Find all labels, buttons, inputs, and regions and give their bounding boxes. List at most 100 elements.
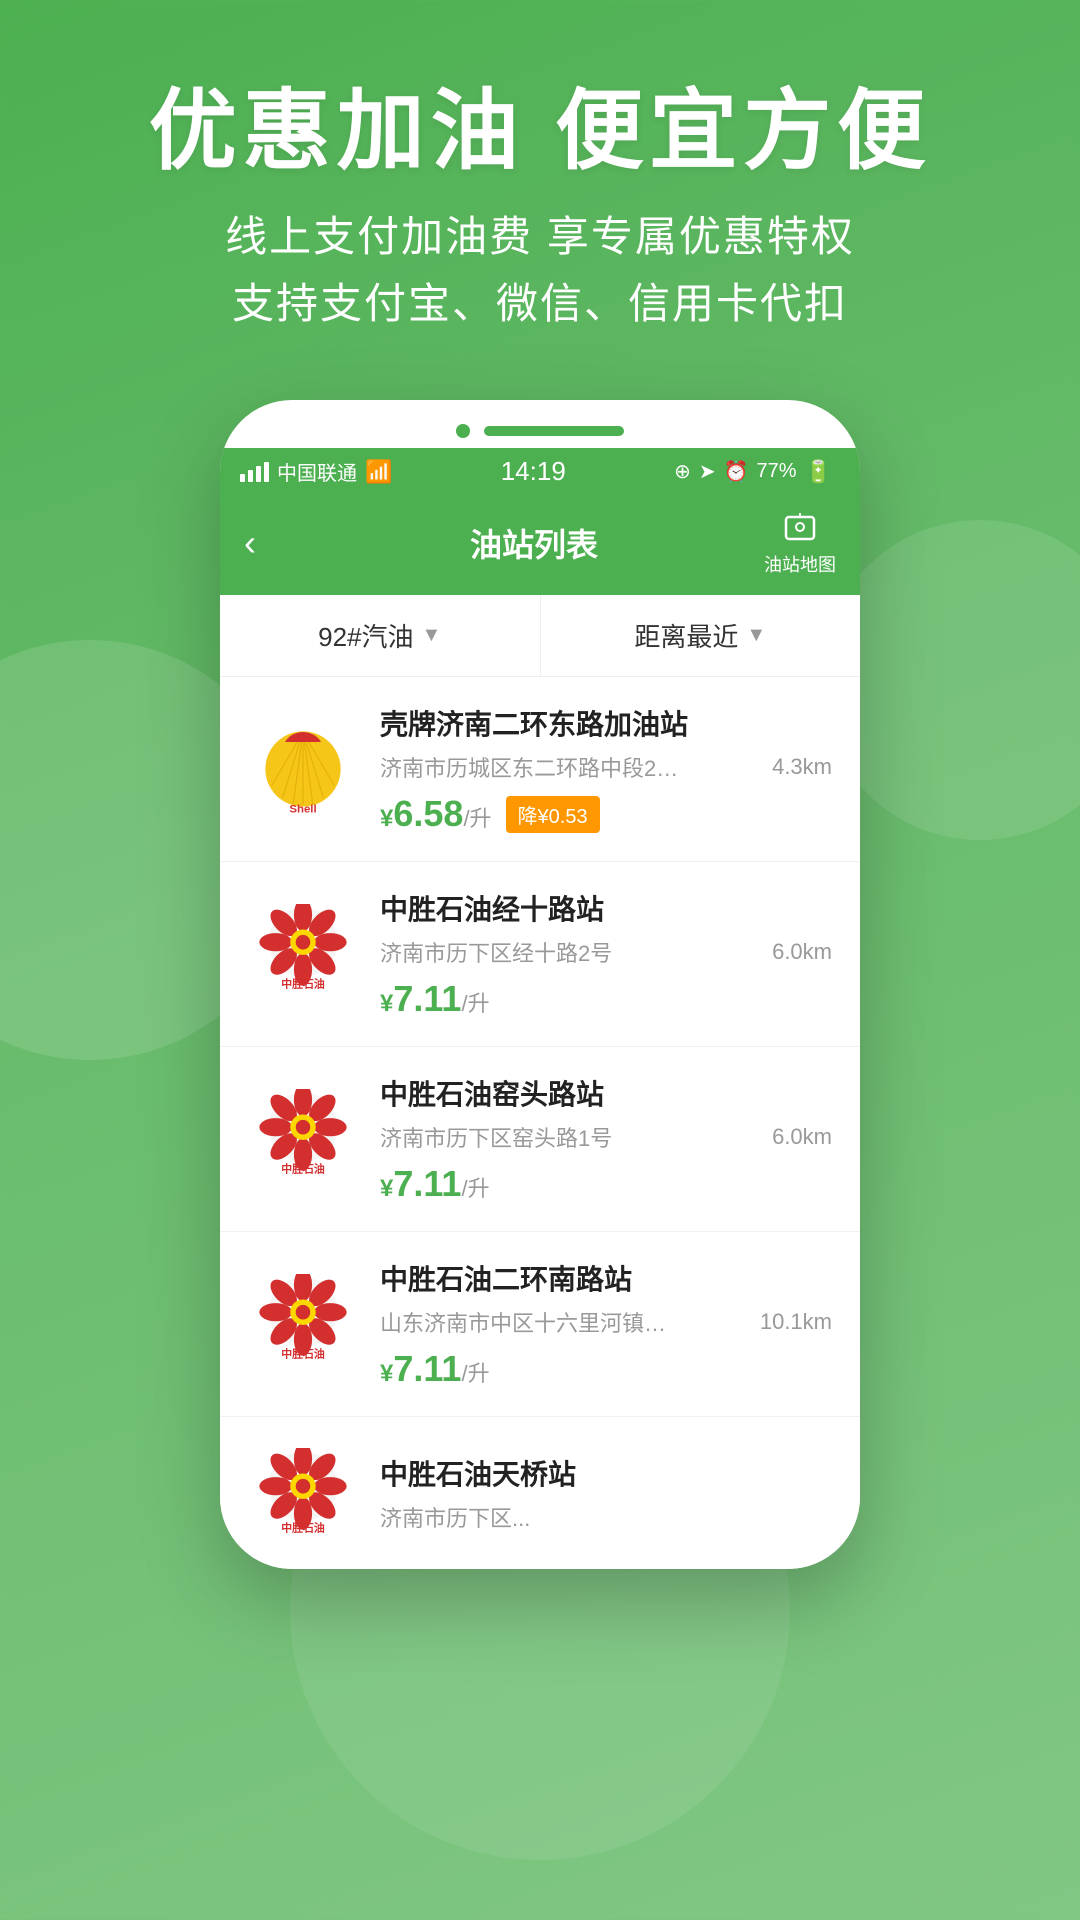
- station-price: ¥7.11/升: [380, 978, 490, 1020]
- station-distance: 6.0km: [772, 1124, 832, 1150]
- station-logo-zhongsheng-2: 中胜石油: [248, 1084, 358, 1194]
- filter-distance[interactable]: 距离最近 ▼: [541, 595, 861, 676]
- hero-subtitle-line2: 支持支付宝、微信、信用卡代扣: [0, 270, 1080, 337]
- currency-symbol: ¥: [380, 1175, 393, 1202]
- phone-frame: 中国联通 📶 14:19 ⊕ ➤ ⏰ 77% 🔋 ‹ 油站列表: [220, 400, 860, 1569]
- discount-badge: 降¥0.53: [506, 796, 600, 833]
- location-icon: ⊕: [674, 459, 691, 484]
- station-item[interactable]: Shell 壳牌济南二环东路加油站 济南市历城区东二环路中段2183号 4.3k…: [220, 677, 860, 862]
- station-address: 济南市历下区经十路2号: [380, 936, 680, 968]
- status-time: 14:19: [501, 456, 566, 487]
- station-name: 中胜石油天桥站: [380, 1453, 832, 1493]
- signal-bars: [240, 462, 269, 482]
- fuel-type-arrow: ▼: [422, 624, 442, 647]
- price-unit: /升: [461, 1176, 489, 1201]
- alarm-icon: ⏰: [724, 459, 749, 484]
- station-distance: 4.3km: [772, 754, 832, 780]
- price-value: 7.11: [393, 978, 461, 1019]
- station-address-row: 济南市历下区窑头路1号 6.0km: [380, 1121, 832, 1153]
- station-logo-zhongsheng-1: 中胜石油: [248, 899, 358, 1009]
- price-value: 6.58: [393, 793, 463, 834]
- status-right: ⊕ ➤ ⏰ 77% 🔋: [674, 459, 832, 485]
- map-icon: [782, 509, 818, 551]
- station-address: 山东济南市中区十六里河镇兴隆一...: [380, 1306, 680, 1338]
- signal-bar-4: [264, 462, 269, 482]
- status-left: 中国联通 📶: [240, 457, 392, 486]
- battery-label: 77%: [757, 460, 797, 483]
- notch-pill: [484, 426, 624, 436]
- station-address-row: 济南市历下区经十路2号 6.0km: [380, 936, 832, 968]
- map-button[interactable]: 油站地图: [764, 509, 836, 577]
- signal-bar-1: [240, 474, 245, 482]
- distance-label: 距离最近: [634, 617, 738, 654]
- station-logo-shell: Shell: [248, 714, 358, 824]
- notch-dot: [456, 424, 470, 438]
- price-value: 7.11: [393, 1348, 461, 1389]
- station-distance: 6.0km: [772, 939, 832, 965]
- station-logo-zhongsheng-3: 中胜石油: [248, 1269, 358, 1379]
- currency-symbol: ¥: [380, 805, 393, 832]
- station-address: 济南市历下区...: [380, 1501, 680, 1533]
- station-price-row: ¥7.11/升: [380, 1163, 832, 1205]
- station-info: 中胜石油经十路站 济南市历下区经十路2号 6.0km ¥7.11/升: [380, 888, 832, 1020]
- distance-arrow: ▼: [746, 624, 766, 647]
- station-info: 壳牌济南二环东路加油站 济南市历城区东二环路中段2183号 4.3km ¥6.5…: [380, 703, 832, 835]
- station-info: 中胜石油二环南路站 山东济南市中区十六里河镇兴隆一... 10.1km ¥7.1…: [380, 1258, 832, 1390]
- station-address-row: 济南市历城区东二环路中段2183号 4.3km: [380, 751, 832, 783]
- svg-text:中胜石油: 中胜石油: [281, 1162, 325, 1176]
- station-item[interactable]: 中胜石油 中胜石油窑头路站 济南市历下区窑头路1号 6.0km ¥7.11/升: [220, 1047, 860, 1232]
- currency-symbol: ¥: [380, 990, 393, 1017]
- svg-text:中胜石油: 中胜石油: [281, 977, 325, 991]
- signal-bar-2: [248, 470, 253, 482]
- nav-title: 油站列表: [470, 520, 598, 566]
- station-logo-zhongsheng-4: 中胜石油: [248, 1443, 358, 1553]
- station-info: 中胜石油窑头路站 济南市历下区窑头路1号 6.0km ¥7.11/升: [380, 1073, 832, 1205]
- svg-text:Shell: Shell: [289, 803, 316, 814]
- station-price: ¥6.58/升: [380, 793, 492, 835]
- svg-text:中胜石油: 中胜石油: [281, 1521, 325, 1535]
- back-button[interactable]: ‹: [244, 522, 304, 564]
- hero-subtitle-line1: 线上支付加油费 享专属优惠特权: [0, 203, 1080, 270]
- station-item[interactable]: 中胜石油 中胜石油二环南路站 山东济南市中区十六里河镇兴隆一... 10.1km…: [220, 1232, 860, 1417]
- svg-text:中胜石油: 中胜石油: [281, 1347, 325, 1361]
- status-bar: 中国联通 📶 14:19 ⊕ ➤ ⏰ 77% 🔋: [220, 448, 860, 495]
- hero-section: 优惠加油 便宜方便 线上支付加油费 享专属优惠特权 支持支付宝、微信、信用卡代扣: [0, 0, 1080, 338]
- price-value: 7.11: [393, 1163, 461, 1204]
- station-info: 中胜石油天桥站 济南市历下区...: [380, 1453, 832, 1543]
- currency-symbol: ¥: [380, 1360, 393, 1387]
- station-address: 济南市历下区窑头路1号: [380, 1121, 680, 1153]
- signal-bar-3: [256, 466, 261, 482]
- station-price: ¥7.11/升: [380, 1348, 490, 1390]
- hero-title: 优惠加油 便宜方便: [0, 80, 1080, 181]
- station-price: ¥7.11/升: [380, 1163, 490, 1205]
- price-unit: /升: [461, 991, 489, 1016]
- station-address-row: 山东济南市中区十六里河镇兴隆一... 10.1km: [380, 1306, 832, 1338]
- station-name: 中胜石油二环南路站: [380, 1258, 832, 1298]
- fuel-type-label: 92#汽油: [318, 617, 413, 654]
- station-address: 济南市历城区东二环路中段2183号: [380, 751, 680, 783]
- battery-icon: 🔋: [805, 459, 832, 485]
- station-price-row: ¥6.58/升 降¥0.53: [380, 793, 832, 835]
- filter-bar: 92#汽油 ▼ 距离最近 ▼: [220, 595, 860, 677]
- map-label: 油站地图: [764, 551, 836, 577]
- hero-subtitle: 线上支付加油费 享专属优惠特权 支持支付宝、微信、信用卡代扣: [0, 203, 1080, 337]
- station-item[interactable]: 中胜石油 中胜石油经十路站 济南市历下区经十路2号 6.0km ¥7.11/升: [220, 862, 860, 1047]
- carrier-label: 中国联通: [277, 457, 357, 486]
- phone-wrapper: 中国联通 📶 14:19 ⊕ ➤ ⏰ 77% 🔋 ‹ 油站列表: [220, 400, 860, 1569]
- station-name: 壳牌济南二环东路加油站: [380, 703, 832, 743]
- price-unit: /升: [461, 1361, 489, 1386]
- station-price-row: ¥7.11/升: [380, 1348, 832, 1390]
- station-item-partial[interactable]: 中胜石油 中胜石油天桥站 济南市历下区...: [220, 1417, 860, 1569]
- filter-fuel-type[interactable]: 92#汽油 ▼: [220, 595, 541, 676]
- station-list: Shell 壳牌济南二环东路加油站 济南市历城区东二环路中段2183号 4.3k…: [220, 677, 860, 1569]
- station-price-row: ¥7.11/升: [380, 978, 832, 1020]
- phone-notch: [220, 424, 860, 438]
- station-distance: 10.1km: [760, 1309, 832, 1335]
- station-name: 中胜石油窑头路站: [380, 1073, 832, 1113]
- nav-bar: ‹ 油站列表 油站地图: [220, 495, 860, 595]
- station-name: 中胜石油经十路站: [380, 888, 832, 928]
- nav-icon: ➤: [699, 459, 716, 484]
- wifi-icon: 📶: [365, 459, 392, 485]
- station-address-row: 济南市历下区...: [380, 1501, 832, 1533]
- price-unit: /升: [463, 806, 491, 831]
